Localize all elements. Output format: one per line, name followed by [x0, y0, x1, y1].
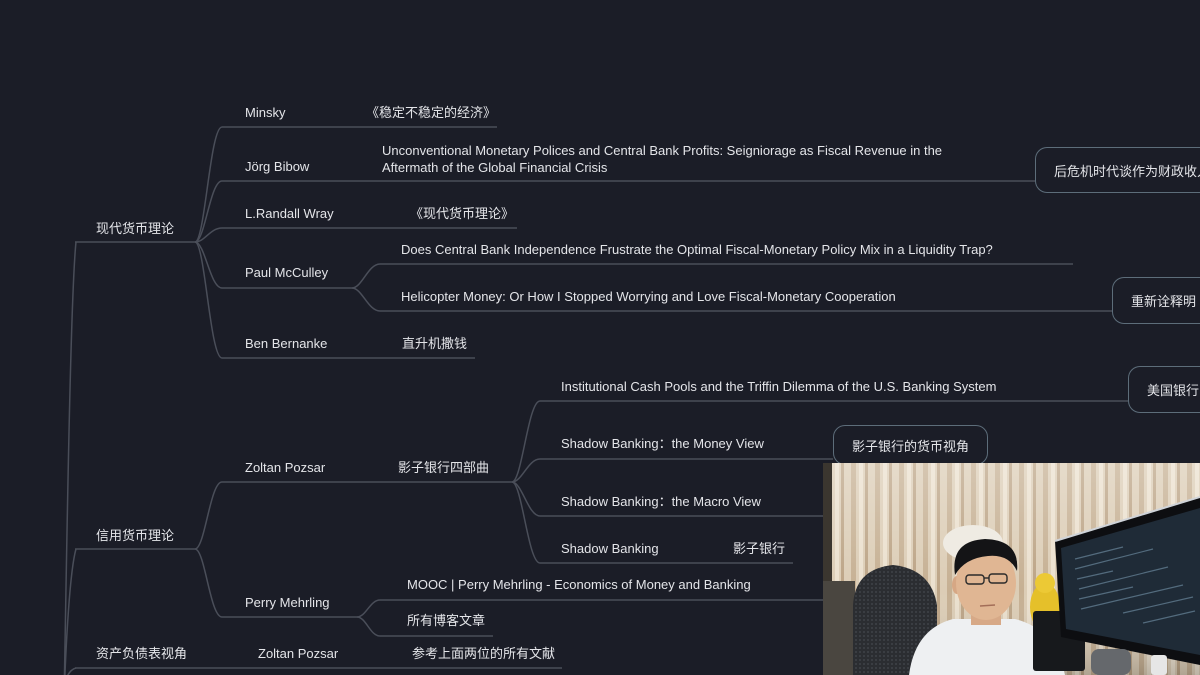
paper-node-pozsar-2[interactable]: Shadow Banking：the Money View: [561, 436, 764, 452]
connector-mehrling-work-1: [356, 599, 381, 618]
paper-node-pozsar-4[interactable]: Shadow Banking: [561, 541, 659, 557]
webcam-overlay: [823, 463, 1200, 675]
webcam-image: [823, 463, 1200, 675]
note-box-mcculley[interactable]: 重新诠释明: [1112, 277, 1200, 324]
author-node-mehrling[interactable]: Perry Mehrling: [245, 595, 330, 611]
connector-bernanke: [194, 241, 223, 359]
paper-node-pozsar-3[interactable]: Shadow Banking：the Macro View: [561, 494, 761, 510]
mindmap-canvas[interactable]: 现代货币理论 信用货币理论 资产负债表视角 Minsky 《稳定不稳定的经济》 …: [0, 0, 1200, 675]
connector-pozsar: [194, 481, 223, 550]
person-mouth: [979, 604, 996, 607]
author-node-wray[interactable]: L.Randall Wray: [245, 206, 334, 222]
work-node-minsky[interactable]: 《稳定不稳定的经济》: [366, 105, 496, 121]
work-node-mehrling-2[interactable]: 所有博客文章: [407, 613, 485, 629]
branch-credit-money-theory[interactable]: 信用货币理论: [96, 528, 174, 544]
connector-mehrling: [194, 548, 223, 618]
note-box-pozsar-1[interactable]: 美国银行: [1128, 366, 1200, 413]
yellow-figurine-head: [1035, 573, 1055, 593]
connector-root-to-modern: [63, 241, 77, 675]
note-box-bibow[interactable]: 后危机时代谈作为财政收入: [1035, 147, 1200, 193]
author-node-minsky[interactable]: Minsky: [245, 105, 285, 121]
branch-balance-sheet-view[interactable]: 资产负债表视角: [96, 646, 187, 662]
speaker: [1091, 649, 1131, 675]
note-box-pozsar-2[interactable]: 影子银行的货币视角: [833, 425, 988, 465]
connector-pozsar-paper-4: [511, 481, 541, 564]
work-node-pozsar-series[interactable]: 影子银行四部曲: [398, 460, 489, 476]
author-node-bibow[interactable]: Jörg Bibow: [245, 159, 309, 175]
author-node-bernanke[interactable]: Ben Bernanke: [245, 336, 327, 352]
connector-mcculley-paper-2: [351, 287, 381, 312]
work-node-bibow[interactable]: Unconventional Monetary Polices and Cent…: [382, 142, 972, 176]
connector-mehrling-work-2: [356, 616, 381, 637]
author-node-mcculley[interactable]: Paul McCulley: [245, 265, 328, 281]
branch-modern-monetary-theory[interactable]: 现代货币理论: [96, 221, 174, 237]
shelf: [823, 581, 855, 675]
child-node-pozsar-4[interactable]: 影子银行: [733, 541, 785, 557]
paper-node-pozsar-1[interactable]: Institutional Cash Pools and the Triffin…: [561, 379, 996, 395]
work-node-mcculley-1[interactable]: Does Central Bank Independence Frustrate…: [401, 242, 993, 258]
work-node-mcculley-2[interactable]: Helicopter Money: Or How I Stopped Worry…: [401, 289, 896, 305]
work-node-pozsar-balance[interactable]: 参考上面两位的所有文献: [412, 646, 555, 662]
work-node-wray[interactable]: 《现代货币理论》: [410, 206, 514, 222]
work-node-bernanke[interactable]: 直升机撒钱: [402, 336, 467, 352]
author-node-pozsar[interactable]: Zoltan Pozsar: [245, 460, 325, 476]
connector-mcculley-paper-1: [351, 263, 381, 289]
author-node-pozsar-balance[interactable]: Zoltan Pozsar: [258, 646, 338, 662]
work-node-mehrling-1[interactable]: MOOC | Perry Mehrling - Economics of Mon…: [407, 577, 751, 593]
desk-cup: [1151, 655, 1167, 675]
